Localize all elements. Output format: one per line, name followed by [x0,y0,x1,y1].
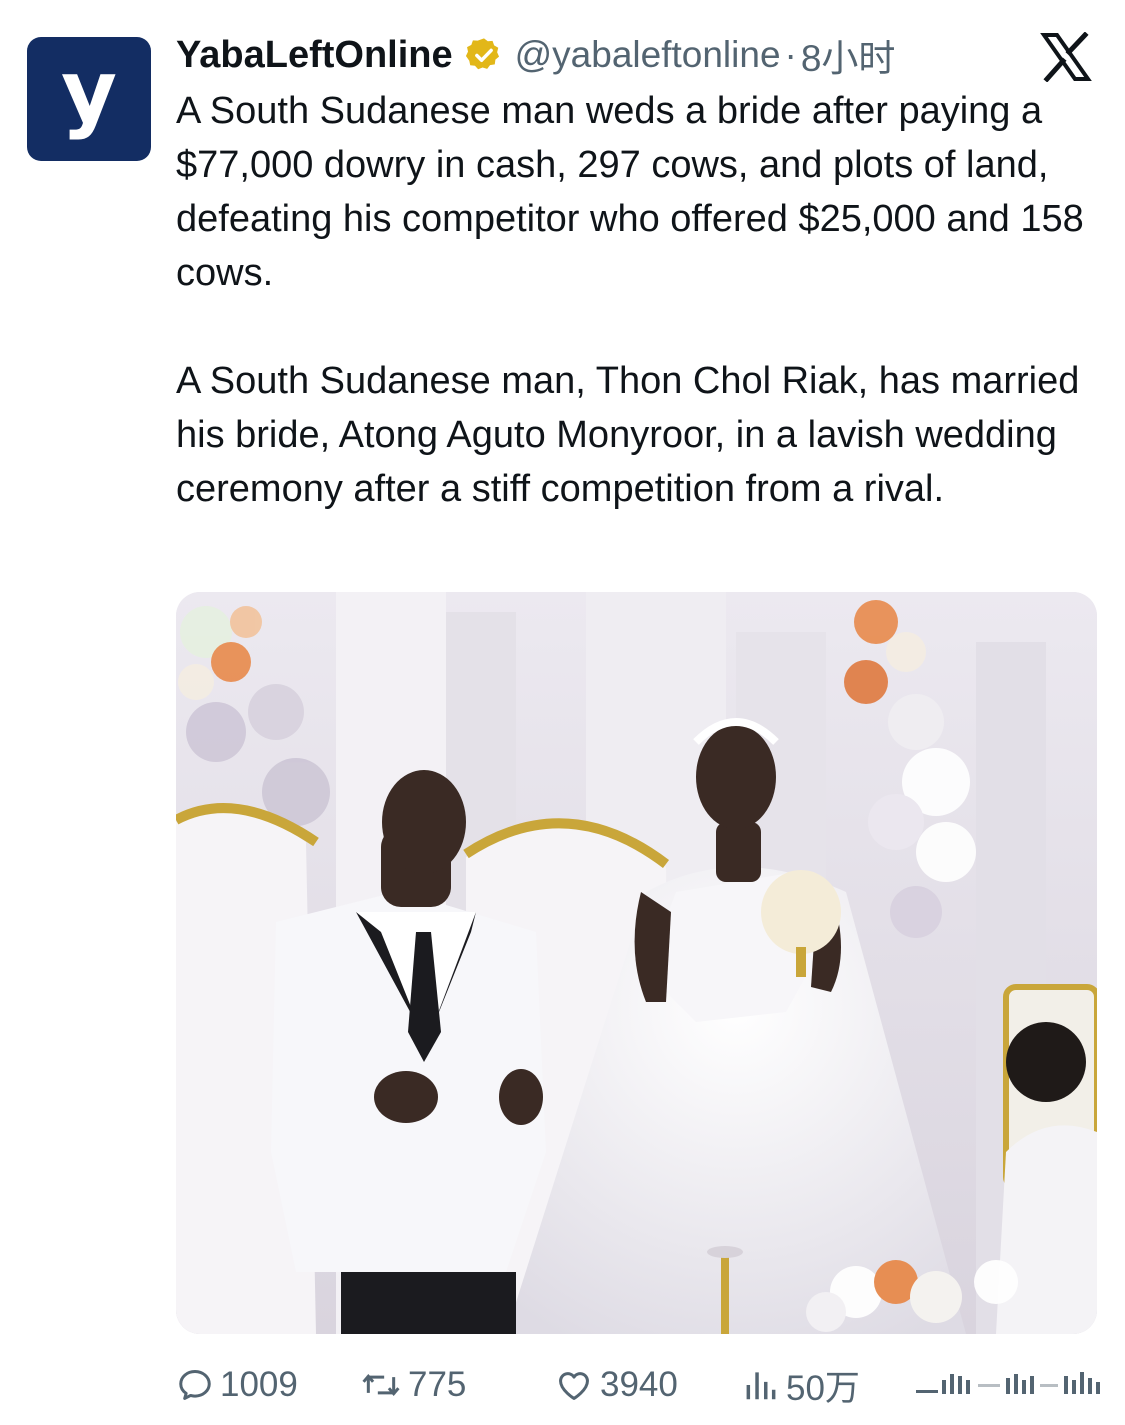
share-bar[interactable] [916,1360,1108,1410]
tweet-photo[interactable] [176,592,1097,1334]
tweet-paragraph-2: A South Sudanese man, Thon Chol Riak, ha… [176,360,1080,510]
views-icon [746,1372,776,1400]
views-button[interactable]: 50万 [742,1360,860,1410]
wedding-photo-image [176,592,1097,1334]
retweet-count: 775 [408,1365,467,1404]
verified-badge-icon [465,38,499,70]
like-count: 3940 [600,1365,678,1404]
retweet-icon [362,1373,400,1397]
author-name[interactable]: YabaLeftOnline [176,34,453,77]
like-button[interactable]: 3940 [554,1360,678,1410]
separator-dot: · [784,34,797,75]
author-handle[interactable]: @yabaleftonline [515,34,781,76]
reply-icon [179,1370,211,1400]
reply-button[interactable]: 1009 [176,1360,298,1410]
like-icon [559,1372,589,1400]
x-logo-icon[interactable] [1040,32,1092,82]
tweet-text: A South Sudanese man weds a bride after … [176,84,1106,516]
tweet-paragraph-1: A South Sudanese man weds a bride after … [176,90,1084,294]
tweet-actions: 1009 775 3940 50万 [176,1360,1106,1410]
views-count: 50万 [786,1368,860,1408]
share-icon [916,1372,1100,1394]
tweet-header: YabaLeftOnline @yabaleftonline · 8小时 [176,30,895,80]
author-avatar[interactable]: y [27,37,151,161]
retweet-button[interactable]: 775 [360,1360,466,1410]
tweet-time[interactable]: 8小时 [801,28,896,82]
avatar-letter: y [60,42,118,142]
reply-count: 1009 [220,1365,298,1404]
